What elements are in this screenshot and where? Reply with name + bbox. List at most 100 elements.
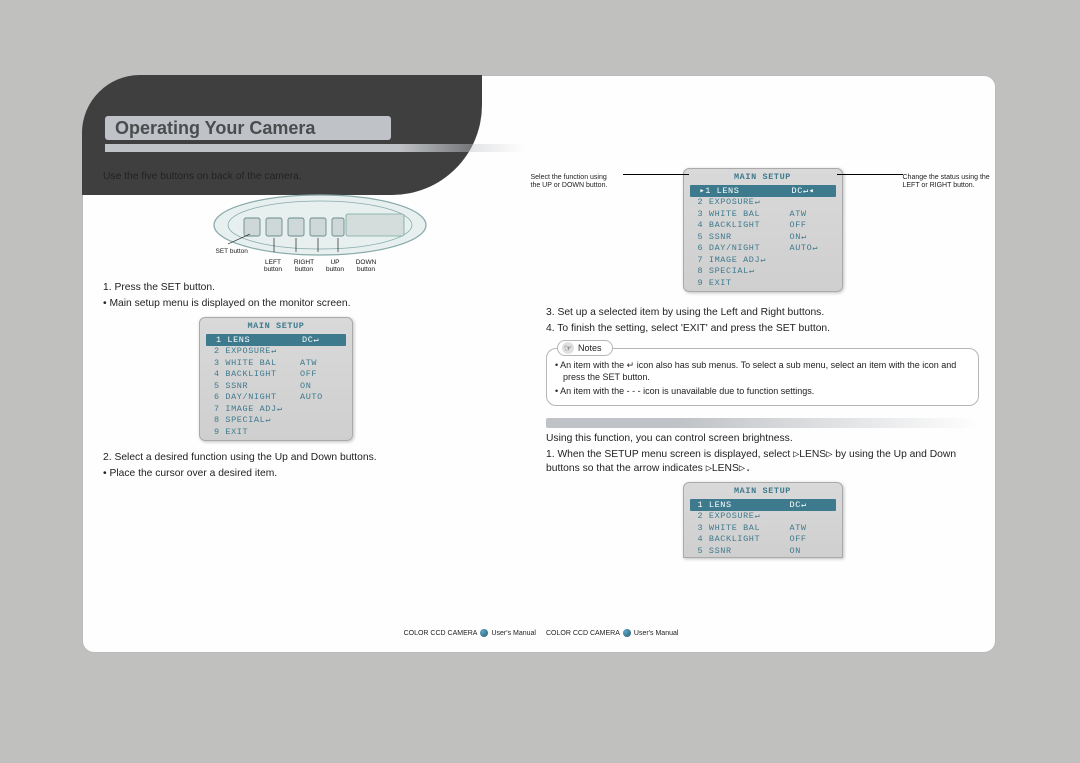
osd-row: 5 SSNRON bbox=[200, 380, 352, 392]
osd-row-key: 9 EXIT bbox=[698, 278, 790, 289]
annotation-left: Select the function using the UP or DOWN… bbox=[531, 174, 623, 191]
footer-left: COLOR CCD CAMERA User's Manual bbox=[103, 629, 536, 638]
osd-menu-left: MAIN SETUP 1 LENSDC↵2 EXPOSURE↵3 WHITE B… bbox=[199, 317, 353, 441]
osd-row-key: 6 DAY/NIGHT bbox=[698, 243, 790, 254]
osd-row: 8 SPECIAL↵ bbox=[684, 266, 842, 278]
osd-row-key: 7 IMAGE ADJ↵ bbox=[214, 404, 300, 415]
footer-right: COLOR CCD CAMERA User's Manual bbox=[546, 629, 979, 638]
osd-row-key: 8 SPECIAL↵ bbox=[214, 415, 300, 426]
osd-row-value: AUTO bbox=[300, 392, 344, 403]
footer-product: COLOR CCD CAMERA bbox=[546, 629, 620, 638]
osd-row: 9 EXIT bbox=[684, 277, 842, 289]
osd-row-key: 4 BACKLIGHT bbox=[698, 534, 790, 545]
osd-row: 3 WHITE BALATW bbox=[684, 208, 842, 220]
osd-row-key: 4 BACKLIGHT bbox=[698, 220, 790, 231]
osd-row-key: 5 SSNR bbox=[214, 381, 300, 392]
osd-row: ▸1 LENSDC↵◂ bbox=[690, 185, 836, 197]
osd-row-value: ATW bbox=[300, 358, 344, 369]
left-button-label: LEFT button bbox=[259, 259, 287, 273]
osd-row-key: 3 WHITE BAL bbox=[698, 523, 790, 534]
osd-row: 3 WHITE BALATW bbox=[684, 522, 842, 534]
osd-row-key: 1 LENS bbox=[698, 500, 790, 511]
hand-icon: ☞ bbox=[562, 342, 574, 354]
lens-token2: LENS bbox=[712, 463, 739, 474]
osd-row-key: 9 EXIT bbox=[214, 427, 300, 438]
osd-row-value: ON bbox=[790, 546, 834, 557]
annotation-right: Change the status using the LEFT or RIGH… bbox=[903, 174, 999, 191]
footer-dot-icon bbox=[623, 629, 631, 637]
osd-menu-bottom: MAIN SETUP 1 LENSDC↵2 EXPOSURE↵3 WHITE B… bbox=[683, 482, 843, 558]
notes-tab: ☞ Notes bbox=[557, 340, 613, 356]
down-button-label: DOWN button bbox=[352, 259, 380, 273]
footer-manual: User's Manual bbox=[491, 629, 536, 638]
annotation-left-text: Select the function using the UP or DOWN… bbox=[531, 174, 615, 191]
osd-row-key: 2 EXPOSURE↵ bbox=[698, 197, 790, 208]
osd-row-value: ATW bbox=[790, 523, 834, 534]
osd-rows: 1 LENSDC↵2 EXPOSURE↵3 WHITE BALATW4 BACK… bbox=[200, 334, 352, 438]
osd-row: 2 EXPOSURE↵ bbox=[684, 197, 842, 209]
lens-token1: LENS bbox=[799, 449, 826, 460]
osd-row: 6 DAY/NIGHTAUTO bbox=[200, 392, 352, 404]
title-underline bbox=[105, 144, 525, 152]
section-step1a: 1. When the SETUP menu screen is display… bbox=[546, 449, 790, 460]
button-label-row: LEFT button RIGHT button UP button DOWN … bbox=[210, 259, 430, 273]
osd-row: 2 EXPOSURE↵ bbox=[684, 511, 842, 523]
osd-row: 5 SSNRON↵ bbox=[684, 231, 842, 243]
right-column: Select the function using the UP or DOWN… bbox=[546, 168, 979, 638]
footer-dot-icon bbox=[480, 629, 488, 637]
osd-row-value: ON bbox=[300, 381, 344, 392]
osd-row-value: AUTO↵ bbox=[790, 243, 834, 254]
note2: • An item with the - - - icon is unavail… bbox=[555, 385, 970, 397]
osd-row-key: 6 DAY/NIGHT bbox=[214, 392, 300, 403]
osd-row-value: OFF bbox=[790, 534, 834, 545]
notes-box: ☞ Notes • An item with the ↵ icon also h… bbox=[546, 348, 979, 406]
osd-rows: ▸1 LENSDC↵◂2 EXPOSURE↵3 WHITE BALATW4 BA… bbox=[684, 185, 842, 289]
osd-annotated-wrap: Select the function using the UP or DOWN… bbox=[627, 168, 899, 292]
osd-rows: 1 LENSDC↵2 EXPOSURE↵3 WHITE BALATW4 BACK… bbox=[684, 499, 842, 557]
osd-row-value: DC↵◂ bbox=[790, 186, 834, 197]
right-button-label: RIGHT button bbox=[290, 259, 318, 273]
footer-product: COLOR CCD CAMERA bbox=[404, 629, 478, 638]
osd-row: 4 BACKLIGHTOFF bbox=[200, 369, 352, 381]
osd-row: 9 EXIT bbox=[200, 426, 352, 438]
osd-row-key: 3 WHITE BAL bbox=[698, 209, 790, 220]
osd-row-key: 4 BACKLIGHT bbox=[214, 369, 300, 380]
content-columns: Use the five buttons on back of the came… bbox=[103, 168, 979, 638]
osd-row: 3 WHITE BALATW bbox=[200, 357, 352, 369]
osd-row-value: OFF bbox=[300, 369, 344, 380]
triangle-right-icon: ▷. bbox=[739, 462, 751, 476]
osd-row: 5 SSNRON bbox=[684, 545, 842, 557]
osd-row-key: 2 EXPOSURE↵ bbox=[698, 511, 790, 522]
osd-row: 4 BACKLIGHTOFF bbox=[684, 534, 842, 546]
osd-row-value: ATW bbox=[790, 209, 834, 220]
osd-row-key: 3 WHITE BAL bbox=[214, 358, 300, 369]
osd-row: 8 SPECIAL↵ bbox=[200, 415, 352, 427]
osd-row: 6 DAY/NIGHTAUTO↵ bbox=[684, 243, 842, 255]
osd-row: 1 LENSDC↵ bbox=[690, 499, 836, 511]
osd-title: MAIN SETUP bbox=[684, 485, 842, 499]
osd-row: 1 LENSDC↵ bbox=[206, 334, 346, 346]
osd-row-key: 1 LENS bbox=[214, 335, 300, 346]
page-frame: Operating Your Camera Use the five butto… bbox=[82, 75, 996, 653]
osd-row-value: DC↵ bbox=[300, 335, 344, 346]
osd-row-value: ON↵ bbox=[790, 232, 834, 243]
notes-label: Notes bbox=[578, 342, 602, 354]
osd-row-key: 7 IMAGE ADJ↵ bbox=[698, 255, 790, 266]
osd-title: MAIN SETUP bbox=[684, 171, 842, 185]
left-column: Use the five buttons on back of the came… bbox=[103, 168, 536, 638]
osd-row-value: OFF bbox=[790, 220, 834, 231]
osd-row-key: 8 SPECIAL↵ bbox=[698, 266, 790, 277]
step2-text: 2. Select a desired function using the U… bbox=[103, 451, 536, 465]
footer-manual: User's Manual bbox=[634, 629, 679, 638]
osd-row: 2 EXPOSURE↵ bbox=[200, 346, 352, 358]
osd-row-value: DC↵ bbox=[790, 500, 834, 511]
osd-row-key: 2 EXPOSURE↵ bbox=[214, 346, 300, 357]
step1-text: 1. Press the SET button. bbox=[103, 281, 536, 295]
osd-row-key: ▸1 LENS bbox=[698, 186, 790, 197]
section-step1: 1. When the SETUP menu screen is display… bbox=[546, 448, 979, 476]
section-divider bbox=[546, 418, 979, 428]
camera-illustration: SET button LEFT button RIGHT button UP b… bbox=[210, 190, 430, 273]
osd-row-key: 5 SSNR bbox=[698, 546, 790, 557]
osd-row: 7 IMAGE ADJ↵ bbox=[684, 254, 842, 266]
step1-sub: • Main setup menu is displayed on the mo… bbox=[103, 297, 536, 311]
